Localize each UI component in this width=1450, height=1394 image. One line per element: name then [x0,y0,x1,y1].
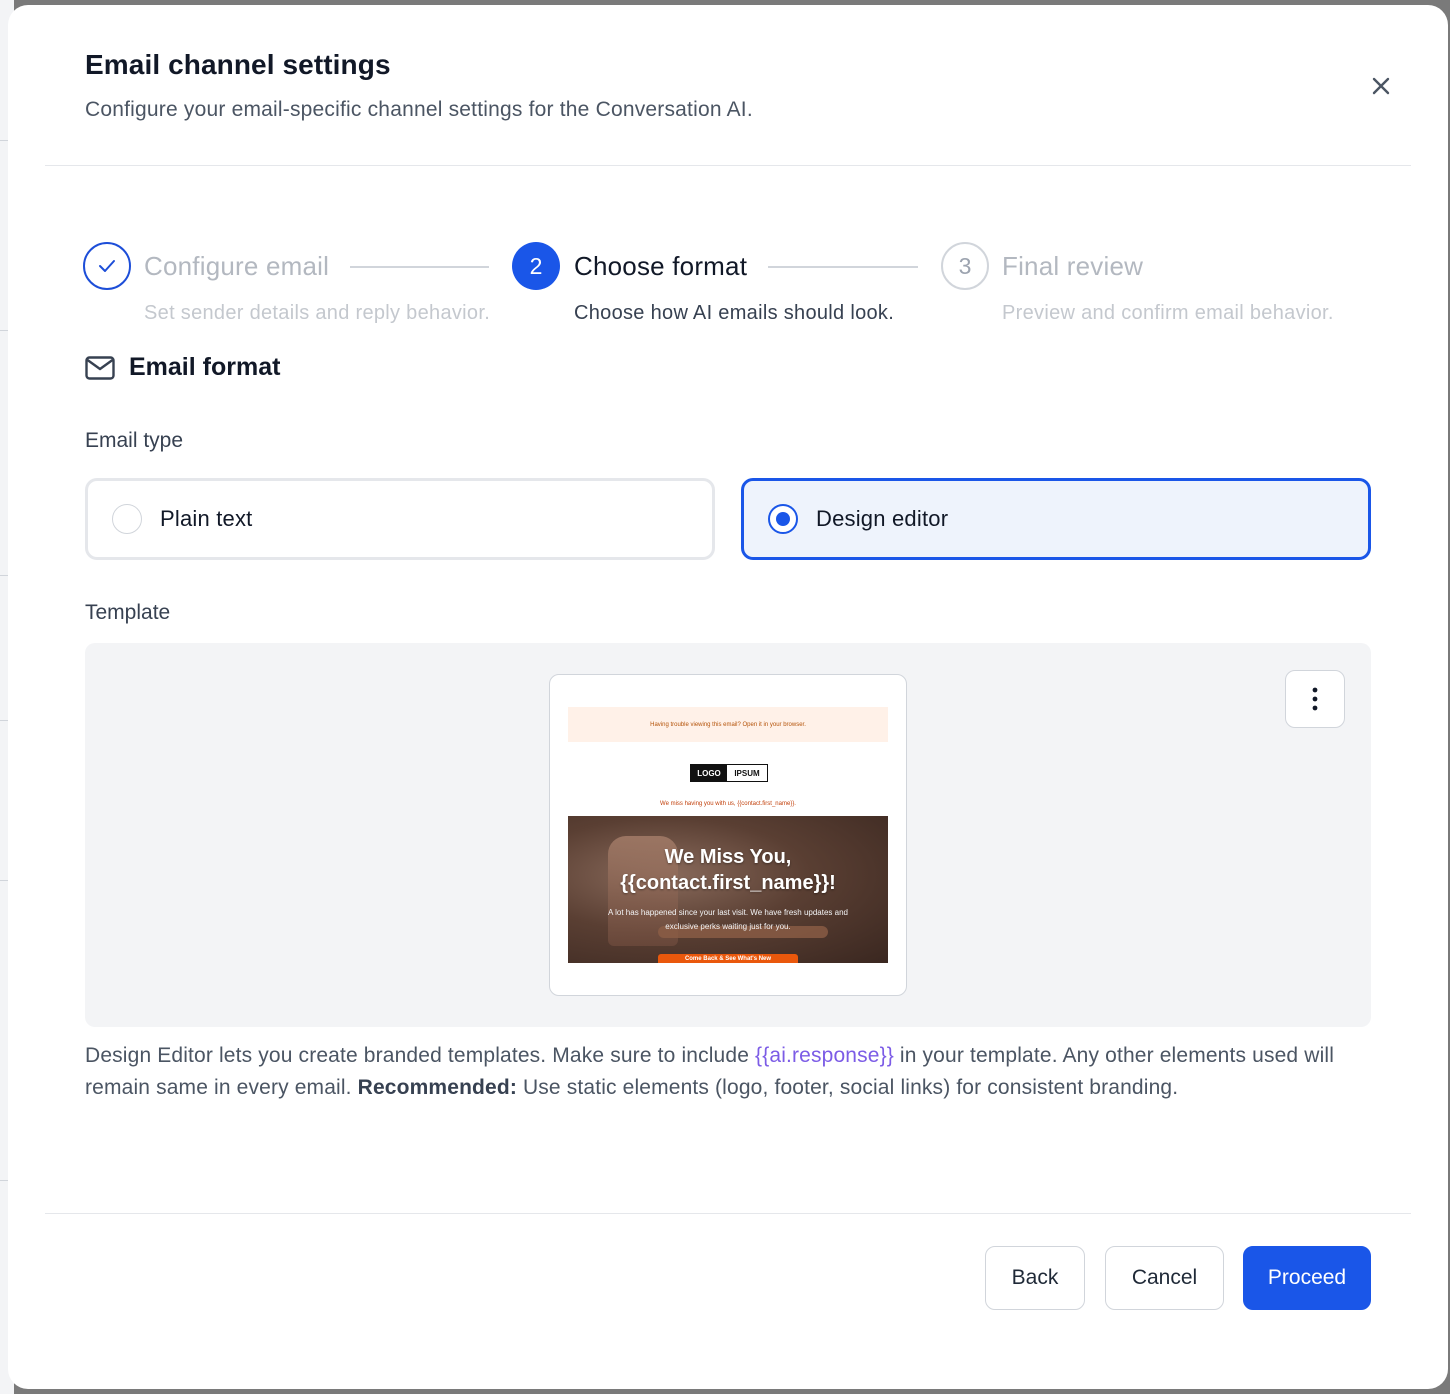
step-3-description: Preview and confirm email behavior. [1002,302,1334,324]
plain-text-option[interactable]: Plain text [85,478,715,560]
step-2-number: 2 [512,242,560,290]
step-1-label: Configure email [144,251,330,281]
step-1-description: Set sender details and reply behavior. [144,302,491,324]
mail-icon [85,355,115,380]
email-format-title: Email format [129,353,281,381]
recommended-label: Recommended: [357,1076,517,1099]
step-3-number: 3 [941,242,989,290]
template-preview-area: Having trouble viewing this email? Open … [85,643,1371,1027]
template-label: Template [85,601,171,624]
email-type-label: Email type [85,429,184,452]
ai-response-variable: {{ai.response}} [755,1044,894,1067]
email-format-heading: Email format [85,353,280,382]
footer-divider [45,1213,1411,1214]
design-editor-help-text: Design Editor lets you create branded te… [85,1040,1345,1104]
preview-logo: LOGO IPSUM [690,764,768,782]
close-icon [1372,77,1390,95]
preview-hero-image: We Miss You, {{contact.first_name}}! A l… [568,816,888,963]
email-channel-settings-modal: Email channel settings Configure your em… [8,5,1448,1389]
preview-cta-button: Come Back & See What's New [658,954,798,963]
step-3-label: Final review [1002,251,1144,281]
preview-body-text: A lot has happened since your last visit… [608,908,848,931]
step-connector-1 [350,266,489,268]
step-2-label: Choose format [574,251,748,281]
more-vertical-icon [1312,687,1318,711]
help-text-part-3: Use static elements (logo, footer, socia… [516,1076,1179,1099]
template-more-options-button[interactable] [1285,670,1345,728]
plain-text-radio[interactable] [112,504,142,534]
proceed-button[interactable]: Proceed [1243,1246,1371,1310]
modal-subtitle: Configure your email-specific channel se… [85,98,753,121]
close-button[interactable] [1364,69,1398,103]
check-icon [99,260,115,272]
plain-text-label: Plain text [160,506,253,531]
header-divider [45,165,1411,166]
modal-title: Email channel settings [85,49,391,80]
preview-headline: We Miss You, {{contact.first_name}}! [568,844,888,896]
preview-headline-line-2: {{contact.first_name}}! [620,872,836,894]
design-editor-radio[interactable] [768,504,798,534]
preview-headline-line-1: We Miss You, [664,846,792,868]
preview-top-bar: Having trouble viewing this email? Open … [568,707,888,742]
help-text-part-1: Design Editor lets you create branded te… [85,1044,756,1067]
preview-logo-left: LOGO [691,765,727,781]
back-button[interactable]: Back [985,1246,1085,1310]
design-editor-label: Design editor [816,506,949,531]
preview-miss-line: We miss having you with us, {{contact.fi… [660,801,796,807]
step-1-complete-indicator [83,242,131,290]
preview-logo-right: IPSUM [734,768,760,778]
step-connector-2 [768,266,918,268]
template-preview-card[interactable]: Having trouble viewing this email? Open … [549,674,907,996]
design-editor-option[interactable]: Design editor [741,478,1371,560]
step-2-description: Choose how AI emails should look. [574,302,895,324]
modal-header: Email channel settings Configure your em… [8,5,1448,166]
cancel-button[interactable]: Cancel [1105,1246,1224,1310]
